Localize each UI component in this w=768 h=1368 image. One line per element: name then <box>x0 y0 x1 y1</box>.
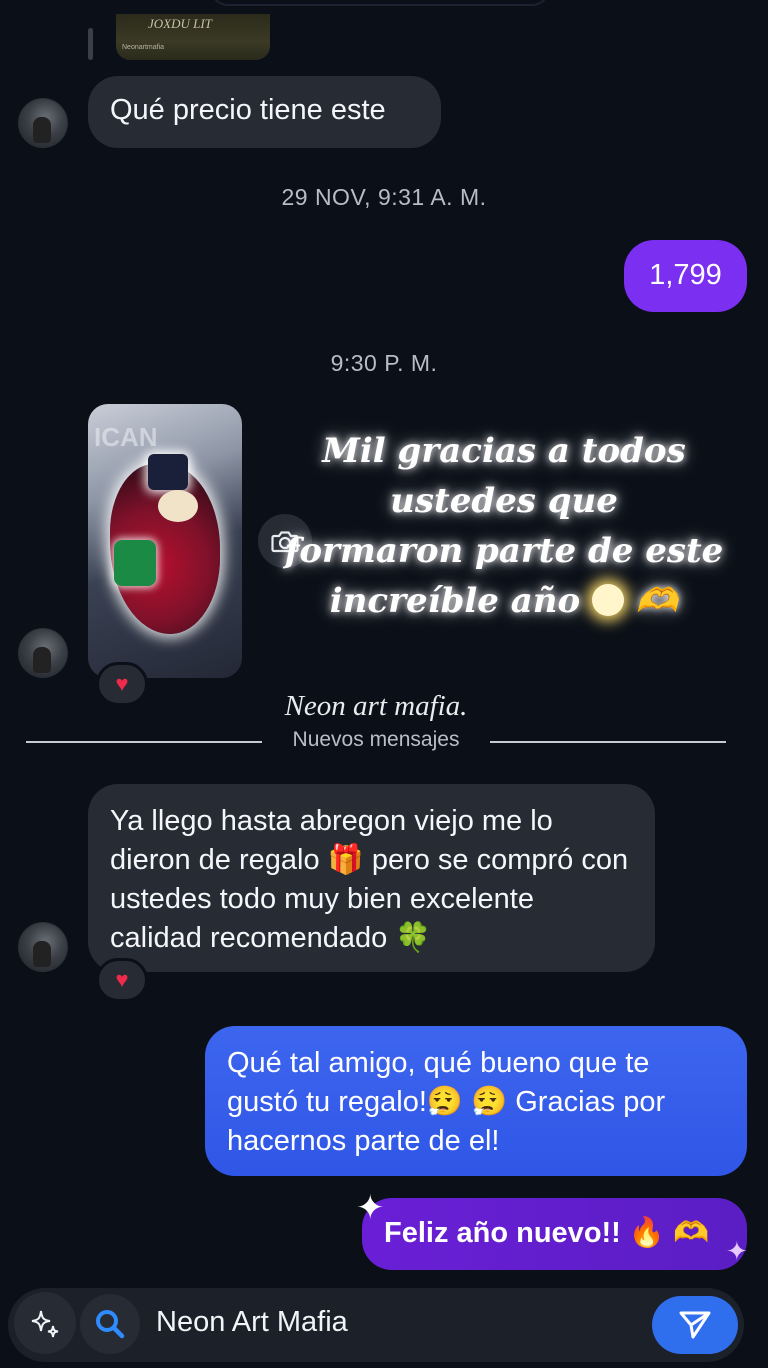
top-overlay-edge <box>210 0 550 6</box>
divider-right <box>490 741 726 743</box>
search-icon <box>96 1310 125 1339</box>
previous-media-thumbnail[interactable]: JOXDU LIT Neonartmafia <box>116 14 270 60</box>
thumb-account: Neonartmafia <box>122 44 165 51</box>
message-text: 1,799 <box>649 259 722 291</box>
sparkle-icon: ✦ <box>726 1236 748 1266</box>
timestamp: 9:30 P. M. <box>330 350 438 376</box>
neon-art-face <box>158 490 198 522</box>
message-text: Ya llego hasta abregon viejo me lo diero… <box>110 805 629 954</box>
caption-line-last: increíble año 🫶 <box>244 576 764 626</box>
heart-reaction[interactable]: ♥ <box>96 662 148 706</box>
send-icon <box>679 1311 711 1339</box>
reply-indicator-bar <box>88 28 93 60</box>
post-image-text: ICAN <box>94 422 158 452</box>
shared-post-image[interactable]: ICAN <box>88 404 242 678</box>
sparkle-icon: ✦ <box>356 1189 385 1227</box>
caption-line: formaron parte de este <box>284 531 724 571</box>
chat-screen: JOXDU LIT Neonartmafia Qué precio tiene … <box>0 0 768 1368</box>
avatar[interactable] <box>18 922 68 972</box>
moon-emoji-icon <box>592 584 625 616</box>
sent-message-bubble[interactable]: 1,799 <box>624 240 747 312</box>
search-button[interactable] <box>80 1294 140 1354</box>
neon-art-hat <box>148 454 188 490</box>
avatar[interactable] <box>18 98 68 148</box>
heart-icon: ♥ <box>115 967 129 992</box>
new-messages-label: Nuevos mensajes <box>292 728 460 751</box>
heart-reaction[interactable]: ♥ <box>96 958 148 1002</box>
sparkles-icon <box>31 1310 59 1338</box>
caption-line: increíble año <box>329 581 581 621</box>
caption-emoji: 🫶 <box>635 581 679 621</box>
heart-icon: ♥ <box>115 671 129 696</box>
post-signature: Neon art mafia. <box>284 690 468 722</box>
message-text: Feliz año nuevo!! 🔥 🫶 <box>384 1217 710 1249</box>
sent-effect-message-bubble[interactable]: Feliz año nuevo!! 🔥 🫶 <box>362 1198 747 1270</box>
received-message-bubble[interactable]: Ya llego hasta abregon viejo me lo diero… <box>88 784 655 972</box>
sent-message-bubble[interactable]: Qué tal amigo, qué bueno que te gustó tu… <box>205 1026 747 1176</box>
avatar[interactable] <box>18 628 68 678</box>
timestamp: 29 NOV, 9:31 A. M. <box>281 184 487 210</box>
send-button[interactable] <box>652 1296 738 1354</box>
caption-line: Mil gracias a todos ustedes que <box>322 431 686 521</box>
message-text: Qué precio tiene este <box>110 94 386 126</box>
received-message-bubble[interactable]: Qué precio tiene este <box>88 76 441 148</box>
neon-art-money <box>114 540 156 586</box>
ai-effects-button[interactable] <box>14 1292 76 1354</box>
message-input[interactable]: Neon Art Mafia <box>156 1306 348 1339</box>
message-text: Qué tal amigo, qué bueno que te gustó tu… <box>227 1047 666 1157</box>
post-caption: Mil gracias a todos ustedes que formaron… <box>244 426 764 626</box>
thumb-title: JOXDU LIT <box>148 16 212 31</box>
